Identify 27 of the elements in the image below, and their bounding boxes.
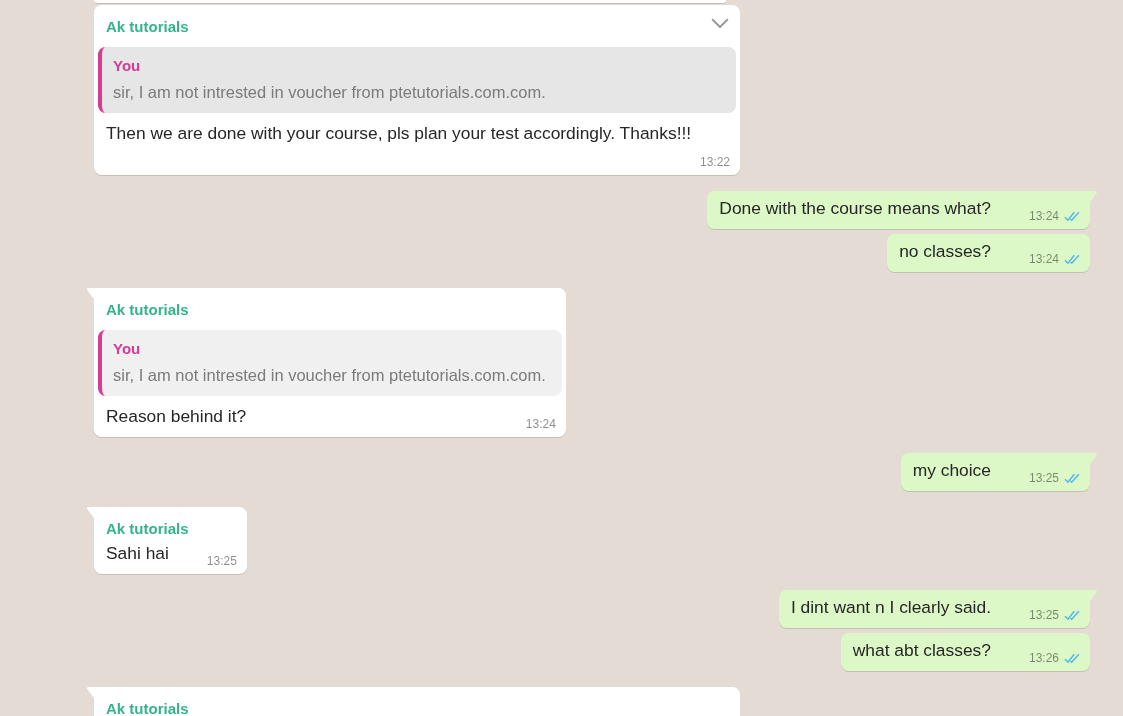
message-text: Sahi hai [106, 543, 169, 563]
message-text: no classes? [899, 241, 991, 261]
sender-name: Ak tutorials [106, 301, 189, 318]
message-time: 13:24 [525, 417, 556, 432]
message-text: what abt classes? [852, 640, 991, 660]
message-time: 13:26 [1028, 651, 1059, 666]
message-time: 13:24 [1028, 209, 1059, 224]
message-text: my choice [912, 460, 991, 480]
quote-text: sir, I am not intrested in voucher from ptetutorials.com.com. [113, 83, 546, 101]
message-time: 13:25 [206, 554, 237, 569]
sender-name: Ak tutorials [106, 18, 189, 35]
quoted-message[interactable]: You sir, I am not intrested in voucher from ptetutorials.com.com. [98, 330, 562, 396]
message-text: Then we are done with your course, pls plan your test accordingly. Thanks!!! [106, 123, 692, 143]
quote-text: sir, I am not intrested in voucher from ptetutorials.com.com. [113, 366, 546, 384]
quote-author: You [113, 340, 141, 357]
chevron-down-icon[interactable] [711, 18, 729, 29]
message-time: 13:22 [699, 155, 730, 170]
message-time: 13:24 [1028, 252, 1059, 267]
sender-name: Ak tutorials [106, 520, 189, 537]
quote-author: You [113, 57, 141, 74]
message-text: Done with the course means what? [719, 198, 991, 218]
quoted-message[interactable]: You sir, I am not intrested in voucher from ptetutorials.com.com. [98, 47, 736, 113]
message-time: 13:25 [1028, 471, 1059, 486]
message-text: Reason behind it? [106, 406, 247, 426]
message-text: I dint want n I clearly said. [790, 597, 991, 617]
sender-name: Ak tutorials [106, 700, 189, 716]
message-time: 13:25 [1028, 608, 1059, 623]
